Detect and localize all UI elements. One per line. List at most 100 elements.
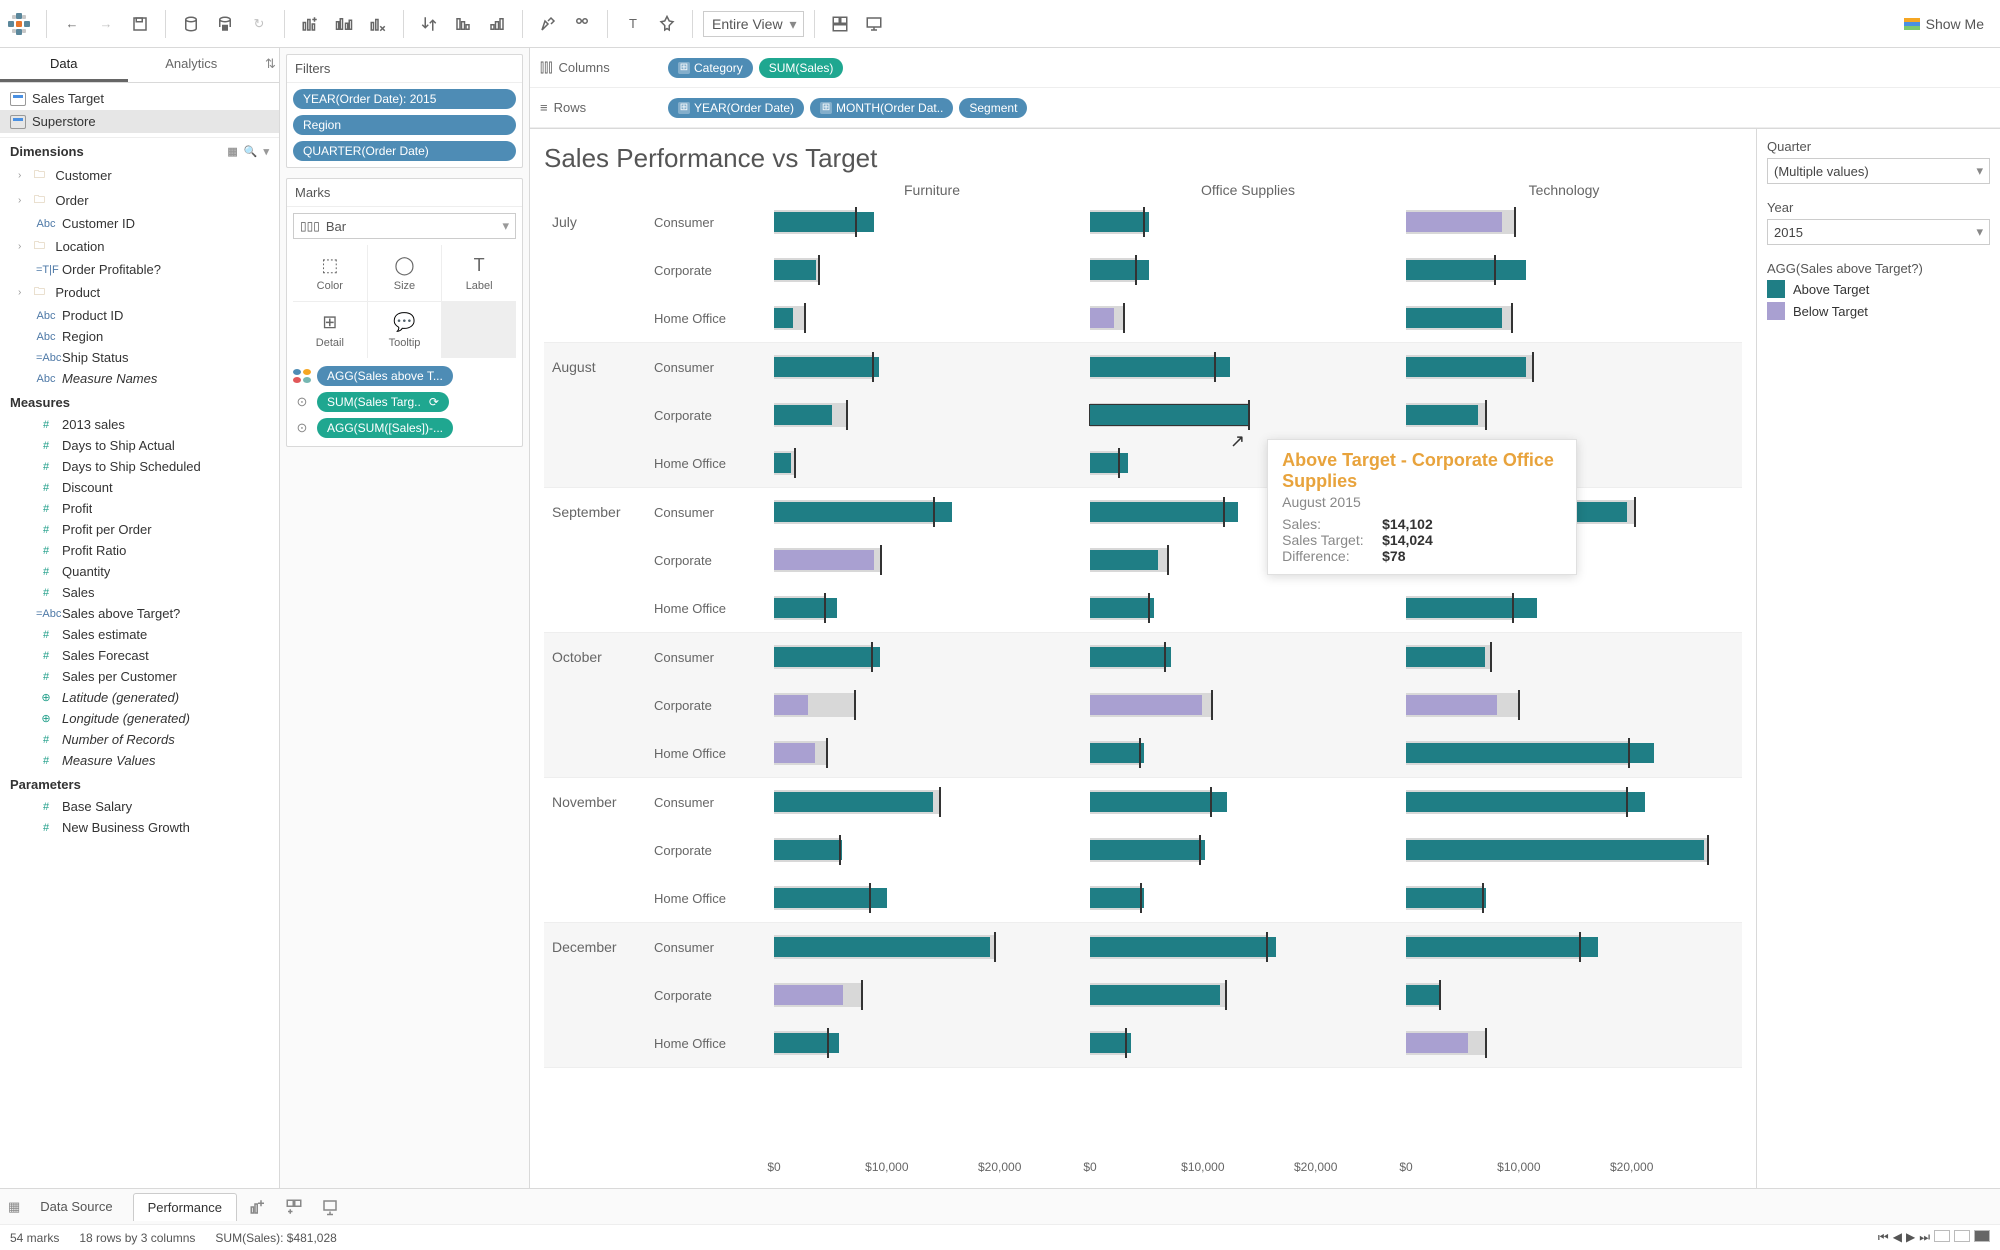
pane-menu-icon[interactable]: ⇅: [255, 48, 279, 82]
swatch-above-icon: [1767, 280, 1785, 298]
datasource-tab-icon[interactable]: ▦: [8, 1199, 20, 1215]
field-item[interactable]: ⊕Latitude (generated): [0, 687, 279, 708]
legend-below[interactable]: Below Target: [1767, 302, 1990, 320]
nav-last-icon[interactable]: ⏭: [1919, 1230, 1930, 1245]
field-item[interactable]: #Base Salary: [0, 796, 279, 817]
sheet-tab-performance[interactable]: Performance: [133, 1193, 237, 1221]
mark-detail-button[interactable]: ⊞Detail: [293, 302, 367, 358]
field-item[interactable]: #Quantity: [0, 561, 279, 582]
clear-sheet-button[interactable]: [363, 9, 393, 39]
mark-pill-row[interactable]: AGG(Sales above T...: [293, 366, 516, 386]
shelf-pill[interactable]: SUM(Sales): [759, 58, 844, 78]
forward-button[interactable]: →: [91, 9, 121, 39]
field-item[interactable]: #2013 sales: [0, 414, 279, 435]
back-button[interactable]: ←: [57, 9, 87, 39]
pin-button[interactable]: [652, 9, 682, 39]
new-story-button[interactable]: [315, 1192, 345, 1222]
view-full-icon[interactable]: [1974, 1230, 1990, 1242]
columns-shelf[interactable]: ⫿⫿⫿Columns ⊞CategorySUM(Sales): [530, 48, 2000, 88]
filter-pill[interactable]: Region: [293, 115, 516, 135]
shelf-pill[interactable]: ⊞YEAR(Order Date): [668, 98, 804, 118]
field-item[interactable]: #New Business Growth: [0, 817, 279, 838]
field-item[interactable]: =AbcShip Status: [0, 347, 279, 368]
search-icon[interactable]: 🔍: [244, 145, 258, 158]
field-item[interactable]: =T|FOrder Profitable?: [0, 259, 279, 280]
mark-color-button[interactable]: ⬚Color: [293, 245, 367, 301]
new-worksheet-button[interactable]: [243, 1192, 273, 1222]
tab-analytics[interactable]: Analytics: [128, 48, 256, 82]
data-source-tab[interactable]: Data Source: [26, 1193, 126, 1220]
filter-pill[interactable]: QUARTER(Order Date): [293, 141, 516, 161]
field-item[interactable]: #Sales: [0, 582, 279, 603]
sort-desc-button[interactable]: [482, 9, 512, 39]
field-item[interactable]: #Profit per Order: [0, 519, 279, 540]
field-item[interactable]: AbcRegion: [0, 326, 279, 347]
nav-prev-icon[interactable]: ◀: [1893, 1230, 1902, 1245]
labels-button[interactable]: T: [618, 9, 648, 39]
new-datasource-button[interactable]: [176, 9, 206, 39]
new-sheet-button[interactable]: [295, 9, 325, 39]
show-me-button[interactable]: Show Me: [1896, 12, 1992, 36]
mark-pill-row[interactable]: ⊙AGG(SUM([Sales])-...: [293, 418, 516, 438]
legend-above[interactable]: Above Target: [1767, 280, 1990, 298]
new-dashboard-button[interactable]: [279, 1192, 309, 1222]
mark-label-button[interactable]: TLabel: [442, 245, 516, 301]
shelf-pill[interactable]: ⊞MONTH(Order Dat..: [810, 98, 953, 118]
field-item[interactable]: =AbcSales above Target?: [0, 603, 279, 624]
refresh-button[interactable]: ↻: [244, 9, 274, 39]
mark-tooltip-button[interactable]: 💬Tooltip: [368, 302, 442, 358]
field-item[interactable]: #Days to Ship Actual: [0, 435, 279, 456]
field-item[interactable]: ›🗀Customer: [0, 163, 279, 188]
highlight-button[interactable]: [533, 9, 563, 39]
view-as-icon[interactable]: ▦: [227, 145, 237, 158]
shelf-pill[interactable]: ⊞Category: [668, 58, 753, 78]
dashboard-button[interactable]: [825, 9, 855, 39]
field-item[interactable]: ⊕Longitude (generated): [0, 708, 279, 729]
field-item[interactable]: #Profit: [0, 498, 279, 519]
tableau-logo-icon: [8, 13, 30, 35]
shelf-pill[interactable]: Segment: [959, 98, 1027, 118]
duplicate-sheet-button[interactable]: [329, 9, 359, 39]
sort-asc-button[interactable]: [448, 9, 478, 39]
quarter-selector[interactable]: (Multiple values): [1767, 158, 1990, 184]
segment-label: Corporate: [654, 263, 774, 278]
field-item[interactable]: #Sales per Customer: [0, 666, 279, 687]
status-rows: 18 rows by 3 columns: [79, 1231, 195, 1245]
field-item[interactable]: #Days to Ship Scheduled: [0, 456, 279, 477]
nav-next-icon[interactable]: ▶: [1906, 1230, 1915, 1245]
field-item[interactable]: AbcCustomer ID: [0, 213, 279, 234]
field-item[interactable]: #Number of Records: [0, 729, 279, 750]
swap-button[interactable]: [414, 9, 444, 39]
mark-type-selector[interactable]: ▯▯▯Bar: [293, 213, 516, 239]
save-button[interactable]: [125, 9, 155, 39]
field-item[interactable]: ›🗀Location: [0, 234, 279, 259]
presentation-button[interactable]: [859, 9, 889, 39]
nav-first-icon[interactable]: ⏮: [1878, 1230, 1889, 1245]
field-item[interactable]: #Profit Ratio: [0, 540, 279, 561]
field-item[interactable]: #Sales Forecast: [0, 645, 279, 666]
fit-selector[interactable]: Entire View: [703, 11, 804, 37]
group-button[interactable]: [567, 9, 597, 39]
field-item[interactable]: ›🗀Product: [0, 280, 279, 305]
filter-pill[interactable]: YEAR(Order Date): 2015: [293, 89, 516, 109]
segment-label: Consumer: [654, 505, 774, 520]
datasource-item[interactable]: Superstore: [0, 110, 279, 133]
category-header: Furniture: [774, 182, 1090, 198]
mark-pill-row[interactable]: ⊙SUM(Sales Targ.. ⟳: [293, 392, 516, 412]
field-item[interactable]: AbcMeasure Names: [0, 368, 279, 389]
rows-shelf[interactable]: ≡Rows ⊞YEAR(Order Date)⊞MONTH(Order Dat.…: [530, 88, 2000, 128]
menu-icon[interactable]: ▾: [263, 145, 269, 158]
view-list-icon[interactable]: [1954, 1230, 1970, 1242]
field-item[interactable]: AbcProduct ID: [0, 305, 279, 326]
field-item[interactable]: #Sales estimate: [0, 624, 279, 645]
chart-grid[interactable]: JulyConsumerCorporateHome OfficeAugustCo…: [544, 198, 1742, 1158]
field-item[interactable]: #Discount: [0, 477, 279, 498]
field-item[interactable]: #Measure Values: [0, 750, 279, 771]
view-grid-icon[interactable]: [1934, 1230, 1950, 1242]
tab-data[interactable]: Data: [0, 48, 128, 82]
mark-size-button[interactable]: ◯Size: [368, 245, 442, 301]
datasource-item[interactable]: Sales Target: [0, 87, 279, 110]
field-item[interactable]: ›🗀Order: [0, 188, 279, 213]
pause-updates-button[interactable]: [210, 9, 240, 39]
year-selector[interactable]: 2015: [1767, 219, 1990, 245]
